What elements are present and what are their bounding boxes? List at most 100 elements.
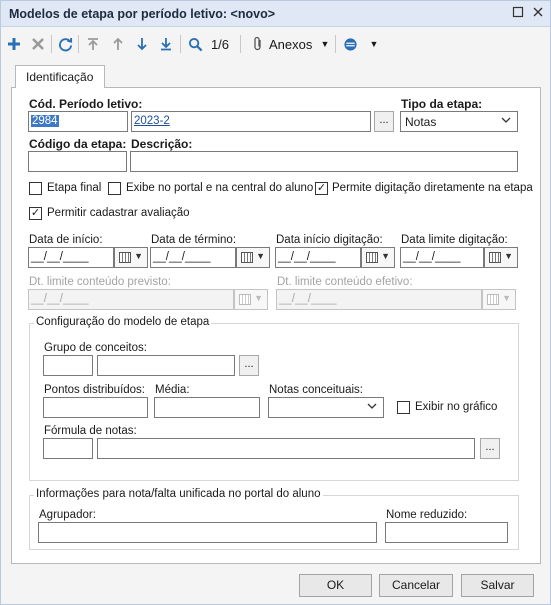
save-button[interactable]: Salvar <box>461 574 534 597</box>
data-termino-calendar-button[interactable]: ▼ <box>236 247 270 268</box>
toolbar-separator <box>78 35 79 53</box>
data-inicio-digitacao-calendar-button[interactable]: ▼ <box>361 247 395 268</box>
cancel-button[interactable]: Cancelar <box>379 574 453 597</box>
limite-previsto-calendar-button[interactable]: ▼ <box>234 289 268 310</box>
data-inicio-input[interactable]: __/__/____ <box>28 247 114 268</box>
grupo-desc-input[interactable] <box>97 355 235 376</box>
paperclip-icon[interactable] <box>250 34 266 54</box>
chevron-down-icon <box>367 401 377 414</box>
chevron-down-icon[interactable]: ▼ <box>319 34 331 54</box>
previous-record-icon[interactable] <box>109 34 127 54</box>
portal-group-title: Informações para nota/falta unificada no… <box>34 488 323 500</box>
media-input[interactable] <box>154 397 260 418</box>
calendar-icon <box>239 294 251 305</box>
config-group-title: Configuração do modelo de etapa <box>34 316 212 328</box>
notas-conceituais-label: Notas conceituais: <box>269 384 363 396</box>
exibe-portal-label: Exibe no portal e na central do aluno <box>126 182 314 194</box>
codigo-input[interactable] <box>28 151 127 172</box>
limite-previsto-label: Dt. limite conteúdo previsto: <box>29 276 171 288</box>
etapa-final-checkbox[interactable] <box>29 182 42 195</box>
toolbar-separator <box>240 35 241 53</box>
chevron-down-icon: ▼ <box>381 251 390 261</box>
data-termino-input[interactable]: __/__/____ <box>150 247 236 268</box>
exibir-grafico-label: Exibir no gráfico <box>415 401 498 413</box>
permitir-avaliacao-label: Permitir cadastrar avaliação <box>47 207 190 219</box>
nome-reduzido-input[interactable] <box>385 522 508 543</box>
calendar-icon <box>241 252 253 263</box>
descricao-label: Descrição: <box>131 137 193 151</box>
exibe-portal-checkbox[interactable] <box>108 182 121 195</box>
data-limite-digitacao-label: Data limite digitação: <box>401 234 508 246</box>
chevron-down-icon: ▼ <box>254 293 263 303</box>
data-limite-digitacao-input[interactable]: __/__/____ <box>400 247 484 268</box>
periodo-label: Cód. Período letivo: <box>29 97 143 111</box>
media-label: Média: <box>155 384 190 396</box>
refresh-icon[interactable] <box>56 34 74 54</box>
data-inicio-calendar-button[interactable]: ▼ <box>114 247 148 268</box>
pontos-input[interactable] <box>43 397 148 418</box>
limite-efetivo-input[interactable]: __/__/____ <box>276 289 482 310</box>
tab-identificacao[interactable]: Identificação <box>15 65 105 88</box>
ok-button[interactable]: OK <box>299 574 372 597</box>
chevron-down-icon <box>501 115 511 128</box>
agrupador-label: Agrupador: <box>39 509 96 521</box>
data-termino-label: Data de término: <box>151 234 237 246</box>
options-icon[interactable] <box>341 34 359 54</box>
tab-label: Identificação <box>26 70 94 84</box>
toolbar-separator <box>51 35 52 53</box>
data-inicio-digitacao-label: Data início digitação: <box>276 234 383 246</box>
chevron-down-icon[interactable]: ▼ <box>368 34 380 54</box>
grupo-lookup-button[interactable]: ... <box>239 355 259 376</box>
limite-efetivo-label: Dt. limite conteúdo efetivo: <box>277 276 413 288</box>
dialog-window: Modelos de etapa por período letivo: <no… <box>0 0 551 605</box>
data-inicio-digitacao-input[interactable]: __/__/____ <box>275 247 361 268</box>
maximize-icon[interactable] <box>511 6 525 20</box>
limite-efetivo-calendar-button[interactable]: ▼ <box>482 289 516 310</box>
grupo-code-input[interactable] <box>43 355 93 376</box>
periodo-desc-input[interactable]: 2023-2 <box>131 111 371 132</box>
formula-lookup-button[interactable]: ... <box>480 438 500 459</box>
chevron-down-icon: ▼ <box>256 251 265 261</box>
permitir-avaliacao-checkbox[interactable]: ✓ <box>29 207 42 220</box>
permite-digitacao-label: Permite digitação diretamente na etapa <box>332 182 533 194</box>
nome-reduzido-label: Nome reduzido: <box>386 509 468 521</box>
toolbar-separator <box>180 35 181 53</box>
formula-label: Fórmula de notas: <box>44 425 137 437</box>
calendar-icon <box>366 252 378 263</box>
periodo-code-input[interactable]: 2984 <box>28 111 128 132</box>
title-bar: Modelos de etapa por período letivo: <no… <box>1 1 550 27</box>
attachments-button[interactable]: Anexos <box>269 34 315 54</box>
chevron-down-icon: ▼ <box>134 251 143 261</box>
record-counter: 1/6 <box>210 36 230 52</box>
descricao-input[interactable] <box>130 151 518 172</box>
etapa-final-label: Etapa final <box>47 182 102 194</box>
close-icon[interactable] <box>531 6 545 20</box>
chevron-down-icon: ▼ <box>502 293 511 303</box>
permite-digitacao-checkbox[interactable]: ✓ <box>315 182 328 195</box>
periodo-lookup-button[interactable]: ... <box>374 111 394 132</box>
data-limite-digitacao-calendar-button[interactable]: ▼ <box>484 247 518 268</box>
formula-code-input[interactable] <box>43 438 93 459</box>
calendar-icon <box>489 252 501 263</box>
exibir-grafico-checkbox[interactable] <box>397 401 410 414</box>
agrupador-input[interactable] <box>38 522 377 543</box>
tipo-select[interactable]: Notas <box>400 111 518 132</box>
data-inicio-label: Data de início: <box>29 234 103 246</box>
formula-desc-input[interactable] <box>97 438 475 459</box>
add-icon[interactable] <box>5 34 23 54</box>
notas-conceituais-select[interactable] <box>268 397 384 418</box>
limite-previsto-input[interactable]: __/__/____ <box>28 289 234 310</box>
search-icon[interactable] <box>186 34 204 54</box>
window-title: Modelos de etapa por período letivo: <no… <box>9 7 276 21</box>
last-record-icon[interactable] <box>157 34 175 54</box>
delete-icon[interactable] <box>29 34 47 54</box>
chevron-down-icon: ▼ <box>504 251 513 261</box>
first-record-icon[interactable] <box>84 34 102 54</box>
codigo-label: Código da etapa: <box>29 137 127 151</box>
pontos-label: Pontos distribuídos: <box>44 384 146 396</box>
toolbar-separator <box>335 35 336 53</box>
tipo-label: Tipo da etapa: <box>401 97 483 111</box>
grupo-conceitos-label: Grupo de conceitos: <box>44 342 147 354</box>
next-record-icon[interactable] <box>133 34 151 54</box>
calendar-icon <box>487 294 499 305</box>
